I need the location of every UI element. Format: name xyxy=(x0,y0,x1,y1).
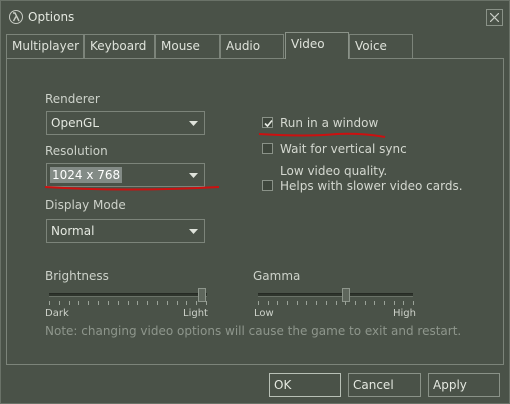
ok-button[interactable]: OK xyxy=(269,373,341,397)
slider-tick xyxy=(413,301,414,305)
tab-bar: Multiplayer Keyboard Mouse Audio Video V… xyxy=(6,32,506,59)
chevron-down-icon xyxy=(189,173,198,178)
renderer-value: OpenGL xyxy=(51,116,100,130)
slider-tick xyxy=(49,301,50,305)
checkmark-icon xyxy=(264,119,273,128)
slider-tick xyxy=(137,301,138,305)
brightness-slider-track[interactable] xyxy=(49,293,207,297)
slider-tick xyxy=(88,301,89,305)
slider-tick xyxy=(336,301,337,305)
slider-tick xyxy=(98,301,99,305)
title-bar[interactable]: Options xyxy=(1,1,509,33)
slider-tick xyxy=(316,301,317,305)
tab-mouse[interactable]: Mouse xyxy=(155,34,220,58)
slider-tick xyxy=(365,301,366,305)
slider-tick xyxy=(108,301,109,305)
slider-tick xyxy=(394,301,395,305)
slider-tick xyxy=(374,301,375,305)
vertical-sync-label[interactable]: Wait for vertical sync xyxy=(280,142,407,156)
slider-tick xyxy=(147,301,148,305)
close-button[interactable] xyxy=(486,9,503,26)
renderer-label: Renderer xyxy=(45,92,100,106)
slider-tick xyxy=(403,301,404,305)
slider-tick xyxy=(287,301,288,305)
slider-tick xyxy=(196,301,197,305)
slider-tick xyxy=(69,301,70,305)
slider-tick xyxy=(118,301,119,305)
brightness-slider-thumb[interactable] xyxy=(198,288,206,302)
tab-audio[interactable]: Audio xyxy=(220,34,284,58)
vertical-sync-checkbox[interactable] xyxy=(262,143,273,154)
display-mode-value: Normal xyxy=(51,224,95,238)
gamma-slider-thumb[interactable] xyxy=(342,288,350,302)
video-panel: Renderer OpenGL Resolution 1024 x 768 Di… xyxy=(6,58,504,365)
slider-tick xyxy=(128,301,129,305)
gamma-min-label: Low xyxy=(254,308,274,319)
brightness-max-label: Light xyxy=(183,308,208,319)
options-dialog: Options Multiplayer Keyboard Mouse Audio… xyxy=(0,0,510,404)
run-in-window-label[interactable]: Run in a window xyxy=(280,116,378,130)
tab-keyboard[interactable]: Keyboard xyxy=(84,34,155,58)
slider-tick xyxy=(78,301,79,305)
slider-tick xyxy=(157,301,158,305)
low-quality-label-line1[interactable]: Low video quality. xyxy=(280,164,387,178)
slider-tick xyxy=(186,301,187,305)
slider-tick xyxy=(297,301,298,305)
tab-video[interactable]: Video xyxy=(285,32,349,59)
half-life-lambda-icon xyxy=(9,10,23,24)
slider-tick xyxy=(177,301,178,305)
slider-tick xyxy=(167,301,168,305)
slider-tick xyxy=(326,301,327,305)
chevron-down-icon xyxy=(189,229,198,234)
cancel-button[interactable]: Cancel xyxy=(348,373,421,397)
resolution-label: Resolution xyxy=(45,144,108,158)
brightness-min-label: Dark xyxy=(45,308,69,319)
gamma-max-label: High xyxy=(393,308,416,319)
slider-tick xyxy=(306,301,307,305)
slider-tick xyxy=(206,301,207,305)
gamma-slider-track[interactable] xyxy=(258,293,413,297)
tab-multiplayer[interactable]: Multiplayer xyxy=(6,34,84,58)
slider-tick xyxy=(268,301,269,305)
slider-tick xyxy=(345,301,346,305)
chevron-down-icon xyxy=(189,121,198,126)
renderer-dropdown[interactable]: OpenGL xyxy=(46,111,205,135)
display-mode-label: Display Mode xyxy=(45,198,126,212)
close-icon xyxy=(490,13,499,22)
display-mode-dropdown[interactable]: Normal xyxy=(46,219,205,243)
window-title: Options xyxy=(28,10,75,24)
slider-tick xyxy=(355,301,356,305)
slider-tick xyxy=(277,301,278,305)
run-in-window-checkbox[interactable] xyxy=(262,117,273,128)
apply-button[interactable]: Apply xyxy=(428,373,500,397)
low-quality-label-line2[interactable]: Helps with slower video cards. xyxy=(280,179,463,193)
resolution-value: 1024 x 768 xyxy=(50,167,123,183)
resolution-dropdown[interactable]: 1024 x 768 xyxy=(46,163,205,187)
tab-voice[interactable]: Voice xyxy=(349,34,413,58)
slider-tick xyxy=(59,301,60,305)
brightness-label: Brightness xyxy=(45,269,109,283)
gamma-label: Gamma xyxy=(253,269,301,283)
restart-note: Note: changing video options will cause … xyxy=(45,324,462,338)
slider-tick xyxy=(384,301,385,305)
low-quality-checkbox[interactable] xyxy=(262,180,273,191)
slider-tick xyxy=(258,301,259,305)
